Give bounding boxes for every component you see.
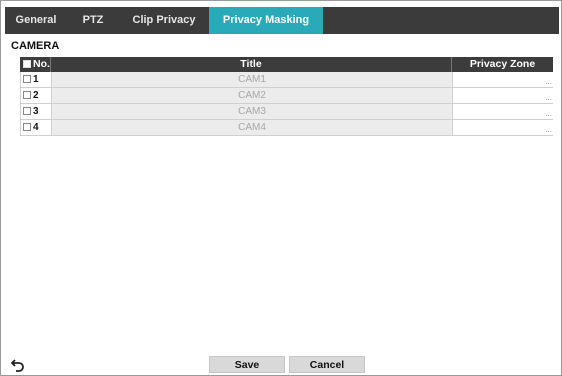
row-no-cell: 4 — [21, 120, 51, 135]
row-no: 1 — [33, 74, 39, 85]
header-no: No. — [20, 57, 50, 72]
row-checkbox[interactable] — [23, 123, 31, 131]
row-privacy-zone[interactable]: ... — [452, 104, 553, 119]
table-header: No. Title Privacy Zone — [20, 57, 553, 72]
row-title[interactable]: CAM4 — [51, 120, 452, 135]
row-privacy-zone[interactable]: ... — [452, 88, 553, 103]
table-row: 2 CAM2 ... — [20, 88, 553, 104]
tab-bar: General PTZ Clip Privacy Privacy Masking — [5, 7, 559, 34]
row-no-cell: 1 — [21, 72, 51, 87]
header-no-label: No. — [33, 58, 50, 70]
window-frame: General PTZ Clip Privacy Privacy Masking… — [0, 0, 562, 376]
back-button[interactable] — [11, 358, 25, 372]
row-title[interactable]: CAM2 — [51, 88, 452, 103]
select-all-checkbox[interactable] — [23, 60, 31, 68]
row-no-cell: 3 — [21, 104, 51, 119]
privacy-zone-edit-button[interactable]: ... — [545, 78, 552, 86]
row-privacy-zone[interactable]: ... — [452, 120, 553, 135]
row-privacy-zone[interactable]: ... — [452, 72, 553, 87]
row-no-cell: 2 — [21, 88, 51, 103]
save-button[interactable]: Save — [209, 356, 285, 373]
row-checkbox[interactable] — [23, 75, 31, 83]
table-row: 3 CAM3 ... — [20, 104, 553, 120]
row-no: 4 — [33, 122, 39, 133]
tab-ptz[interactable]: PTZ — [67, 7, 119, 34]
row-no: 3 — [33, 106, 39, 117]
row-checkbox[interactable] — [23, 91, 31, 99]
privacy-zone-edit-button[interactable]: ... — [545, 126, 552, 134]
privacy-zone-edit-button[interactable]: ... — [545, 110, 552, 118]
row-no: 2 — [33, 90, 39, 101]
table-row: 4 CAM4 ... — [20, 120, 553, 136]
tab-privacy-masking[interactable]: Privacy Masking — [209, 7, 323, 34]
tab-general[interactable]: General — [5, 7, 67, 34]
cancel-button[interactable]: Cancel — [289, 356, 365, 373]
privacy-zone-edit-button[interactable]: ... — [545, 94, 552, 102]
row-title[interactable]: CAM3 — [51, 104, 452, 119]
header-title: Title — [50, 57, 451, 72]
return-arrow-icon — [11, 359, 24, 372]
row-title[interactable]: CAM1 — [51, 72, 452, 87]
header-privacy-zone: Privacy Zone — [451, 57, 553, 72]
camera-table: No. Title Privacy Zone 1 CAM1 ... 2 CAM2… — [20, 57, 553, 136]
tab-clip-privacy[interactable]: Clip Privacy — [119, 7, 209, 34]
section-title-camera: CAMERA — [11, 40, 60, 52]
table-row: 1 CAM1 ... — [20, 72, 553, 88]
row-checkbox[interactable] — [23, 107, 31, 115]
